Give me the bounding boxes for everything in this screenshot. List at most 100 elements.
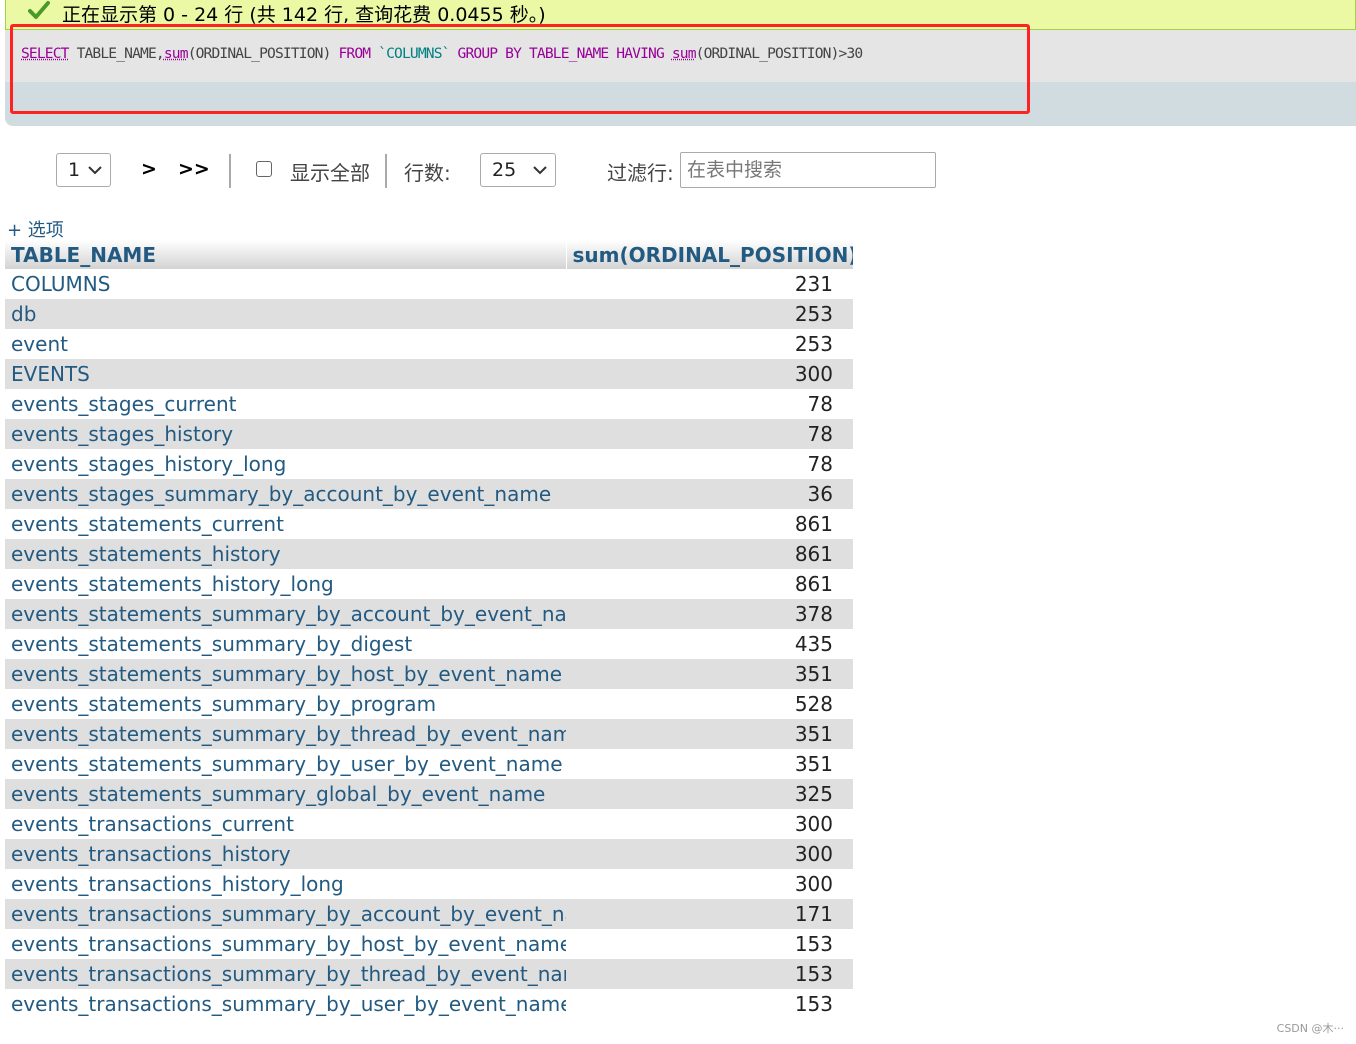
last-page-button[interactable]: >>	[178, 158, 210, 180]
cell-sum-value: 378	[566, 599, 853, 629]
cell-table-name: events_transactions_summary_by_account_b…	[5, 899, 566, 929]
cell-table-name: events_statements_summary_by_digest	[5, 629, 566, 659]
table-row[interactable]: events_statements_summary_by_account_by_…	[5, 599, 853, 629]
cell-sum-value: 300	[566, 359, 853, 389]
table-row[interactable]: events_statements_summary_by_user_by_eve…	[5, 749, 853, 779]
cell-sum-value: 861	[566, 539, 853, 569]
table-row[interactable]: event 253	[5, 329, 853, 359]
cell-sum-value: 351	[566, 749, 853, 779]
cell-sum-value: 78	[566, 449, 853, 479]
table-row[interactable]: COLUMNS 231	[5, 269, 853, 299]
table-row[interactable]: events_transactions_summary_by_thread_by…	[5, 959, 853, 989]
cell-sum-value: 78	[566, 389, 853, 419]
table-row[interactable]: events_stages_summary_by_account_by_even…	[5, 479, 853, 509]
sql-function[interactable]: sum	[164, 45, 189, 62]
table-row[interactable]: events_stages_current 78	[5, 389, 853, 419]
sql-query-box: SELECT TABLE_NAME,sum(ORDINAL_POSITION) …	[5, 30, 1356, 126]
filter-search-input[interactable]	[680, 152, 936, 188]
table-row[interactable]: events_transactions_summary_by_account_b…	[5, 899, 853, 929]
page-select[interactable]: 1	[56, 153, 111, 187]
navigation-bar: 1 > >> 显示全部 行数: 25 过滤行:	[0, 150, 1356, 190]
status-message: 正在显示第 0 - 24 行 (共 142 行, 查询花费 0.0455 秒。)	[62, 4, 546, 26]
cell-sum-value: 351	[566, 719, 853, 749]
cell-table-name: events_transactions_current	[5, 809, 566, 839]
sql-keyword: BY	[505, 45, 522, 62]
cell-table-name: events_statements_history	[5, 539, 566, 569]
table-row[interactable]: EVENTS 300	[5, 359, 853, 389]
table-row[interactable]: events_statements_current 861	[5, 509, 853, 539]
sql-keyword: HAVING	[616, 45, 664, 62]
table-row[interactable]: events_transactions_history_long 300	[5, 869, 853, 899]
table-row[interactable]: events_transactions_current 300	[5, 809, 853, 839]
cell-sum-value: 153	[566, 929, 853, 959]
table-row[interactable]: events_stages_history 78	[5, 419, 853, 449]
table-row[interactable]: events_transactions_summary_by_host_by_e…	[5, 929, 853, 959]
cell-sum-value: 78	[566, 419, 853, 449]
cell-table-name: event	[5, 329, 566, 359]
cell-table-name: events_statements_summary_global_by_even…	[5, 779, 566, 809]
table-row[interactable]: db 253	[5, 299, 853, 329]
divider	[385, 154, 387, 188]
column-header-sum[interactable]: sum(ORDINAL_POSITION)	[566, 240, 854, 269]
cell-sum-value: 153	[566, 959, 853, 989]
cell-sum-value: 528	[566, 689, 853, 719]
sql-keyword: GROUP	[457, 45, 499, 62]
table-header-row: TABLE_NAME sum(ORDINAL_POSITION)	[5, 240, 854, 269]
watermark: CSDN @木···	[1276, 1022, 1344, 1035]
table-row[interactable]: events_statements_summary_global_by_even…	[5, 779, 853, 809]
cell-table-name: events_stages_history	[5, 419, 566, 449]
cell-sum-value: 300	[566, 809, 853, 839]
sql-keyword[interactable]: SELECT	[21, 45, 69, 62]
table-row[interactable]: events_statements_summary_by_digest 435	[5, 629, 853, 659]
cell-table-name: events_statements_summary_by_user_by_eve…	[5, 749, 566, 779]
cell-table-name: events_stages_current	[5, 389, 566, 419]
table-row[interactable]: events_statements_summary_by_host_by_eve…	[5, 659, 853, 689]
cell-table-name: db	[5, 299, 566, 329]
page-select-value: 1	[68, 159, 81, 181]
cell-table-name: events_statements_summary_by_program	[5, 689, 566, 719]
cell-table-name: events_transactions_history	[5, 839, 566, 869]
options-toggle[interactable]: + 选项	[7, 216, 64, 242]
sql-keyword: FROM	[338, 45, 371, 62]
show-all-label[interactable]: 显示全部	[290, 157, 370, 186]
cell-table-name: events_stages_history_long	[5, 449, 566, 479]
table-row[interactable]: events_statements_summary_by_program 528	[5, 689, 853, 719]
table-row[interactable]: events_statements_history_long 861	[5, 569, 853, 599]
sql-argument: (ORDINAL_POSITION)>30	[695, 45, 864, 62]
cell-table-name: COLUMNS	[5, 269, 566, 299]
rows-select[interactable]: 25	[480, 153, 556, 187]
cell-sum-value: 153	[566, 989, 853, 1019]
cell-sum-value: 231	[566, 269, 853, 299]
table-row[interactable]: events_transactions_summary_by_user_by_e…	[5, 989, 853, 1019]
cell-sum-value: 435	[566, 629, 853, 659]
cell-table-name: events_statements_history_long	[5, 569, 566, 599]
sql-toolbar-area	[5, 82, 1356, 126]
cell-sum-value: 325	[566, 779, 853, 809]
divider	[229, 154, 231, 188]
cell-sum-value: 253	[566, 299, 853, 329]
table-row[interactable]: events_statements_history 861	[5, 539, 853, 569]
table-row[interactable]: events_stages_history_long 78	[5, 449, 853, 479]
check-icon	[28, 1, 50, 19]
cell-table-name: events_transactions_history_long	[5, 869, 566, 899]
sql-function[interactable]: sum	[672, 45, 697, 62]
cell-table-name: events_statements_summary_by_host_by_eve…	[5, 659, 566, 689]
sql-table: `COLUMNS`	[378, 45, 450, 62]
column-header-table-name[interactable]: TABLE_NAME	[5, 240, 567, 269]
cell-table-name: EVENTS	[5, 359, 566, 389]
cell-sum-value: 171	[566, 899, 853, 929]
cell-sum-value: 36	[566, 479, 853, 509]
results-table: TABLE_NAME sum(ORDINAL_POSITION) COLUMNS…	[5, 240, 854, 1019]
rows-select-value: 25	[492, 159, 517, 181]
cell-table-name: events_statements_summary_by_account_by_…	[5, 599, 566, 629]
next-page-button[interactable]: >	[141, 158, 157, 180]
table-row[interactable]: events_transactions_history 300	[5, 839, 853, 869]
show-all-checkbox[interactable]	[256, 161, 272, 177]
chevron-down-icon	[88, 166, 102, 175]
success-message-bar: 正在显示第 0 - 24 行 (共 142 行, 查询花费 0.0455 秒。)	[5, 0, 1356, 30]
cell-table-name: events_statements_summary_by_thread_by_e…	[5, 719, 566, 749]
table-row[interactable]: events_statements_summary_by_thread_by_e…	[5, 719, 853, 749]
filter-label: 过滤行:	[607, 161, 674, 185]
cell-table-name: events_transactions_summary_by_host_by_e…	[5, 929, 566, 959]
sql-column: TABLE_NAME,	[76, 45, 165, 62]
